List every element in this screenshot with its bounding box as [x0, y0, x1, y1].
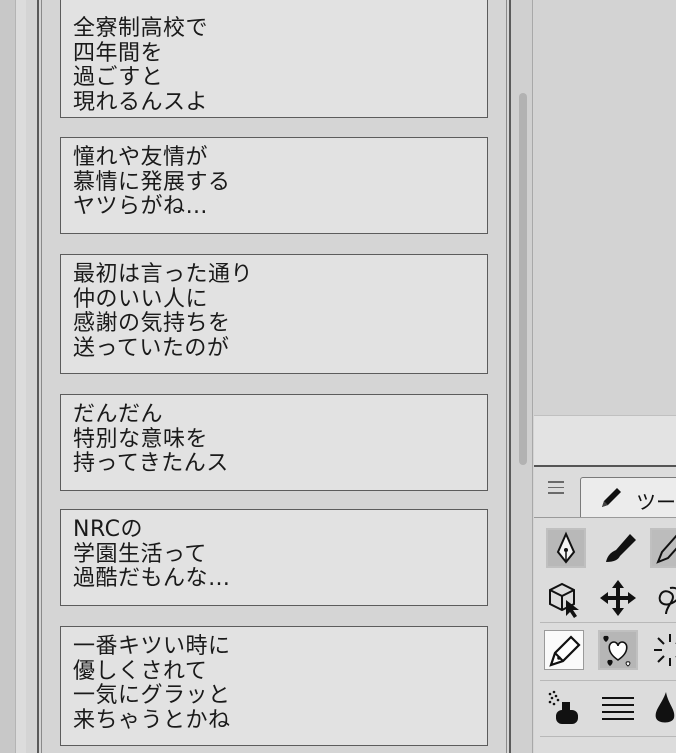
memo-card-6[interactable]: 一番キツい時に 優しくされて 一気にグラッと 来ちゃうとかね: [60, 626, 488, 746]
memo-line: 一気にグラッと: [73, 683, 231, 708]
memo-line: 来ちゃうとかね: [73, 707, 231, 733]
memo-card-1[interactable]: 全寮制高校で 四年間を 過ごすと 現れるんスよ: [60, 0, 488, 118]
menu-icon[interactable]: [548, 481, 564, 497]
decoration-hearts-icon[interactable]: [598, 630, 638, 670]
memo-line: 仲のいい人に: [73, 286, 209, 312]
memo-line: だんだん: [73, 402, 164, 427]
tab-tool-label: ツー: [636, 490, 676, 514]
memo-line: 過酷だもんな…: [73, 566, 231, 591]
memo-line: 学園生活って: [73, 541, 207, 567]
memo-line: 一番キツい時に: [73, 634, 231, 659]
memo-scrollbar-thumb[interactable]: [519, 93, 527, 465]
memo-line: 送っていたのが: [73, 335, 230, 361]
drop-icon[interactable]: [650, 688, 676, 728]
pencil-icon[interactable]: [650, 528, 676, 568]
memo-line: 四年間を: [73, 40, 164, 66]
left-panel-edge: [0, 0, 16, 753]
memo-card-5[interactable]: NRCの 学園生活って 過酷だもんな…: [60, 509, 488, 606]
airbrush-icon[interactable]: [544, 688, 584, 728]
memo-line: 現れるんスよ: [73, 89, 209, 115]
memo-line: 持ってきたんス: [73, 451, 229, 476]
panel-divider: [534, 415, 676, 465]
pen-icon: [598, 485, 624, 511]
memo-line: 憧れや友情が: [73, 145, 209, 170]
lasso-icon[interactable]: [650, 578, 676, 618]
tool-row-separator: [540, 680, 676, 681]
pen-tool-icon[interactable]: [544, 630, 584, 670]
burst-lines-icon[interactable]: [650, 630, 676, 670]
lines-icon[interactable]: [598, 688, 638, 728]
memo-line: 特別な意味を: [73, 426, 209, 452]
fountain-pen-nib-icon[interactable]: [546, 528, 586, 568]
memo-line: 全寮制高校で: [73, 16, 209, 41]
operation-select-icon[interactable]: [544, 578, 584, 618]
left-panel-gutter: [16, 0, 26, 753]
memo-line: 最初は言った通り: [73, 262, 254, 287]
memo-card-4[interactable]: だんだん 特別な意味を 持ってきたんス: [60, 394, 488, 491]
memo-line: NRCの: [73, 517, 144, 542]
memo-line: ヤツらがね…: [73, 194, 209, 219]
memo-line: 感謝の気持ちを: [73, 311, 231, 336]
memo-card-2[interactable]: 憧れや友情が 慕情に発展する ヤツらがね…: [60, 137, 488, 234]
canvas-area: [534, 0, 676, 415]
brush-icon[interactable]: [600, 528, 640, 568]
memo-line: 過ごすと: [73, 65, 164, 90]
tool-row-separator: [540, 736, 676, 737]
move-icon[interactable]: [598, 578, 638, 618]
memo-line: 優しくされて: [73, 658, 208, 684]
tool-row-separator: [540, 622, 676, 623]
memo-card-3[interactable]: 最初は言った通り 仲のいい人に 感謝の気持ちを 送っていたのが: [60, 254, 488, 374]
memo-line: 慕情に発展する: [73, 169, 231, 195]
